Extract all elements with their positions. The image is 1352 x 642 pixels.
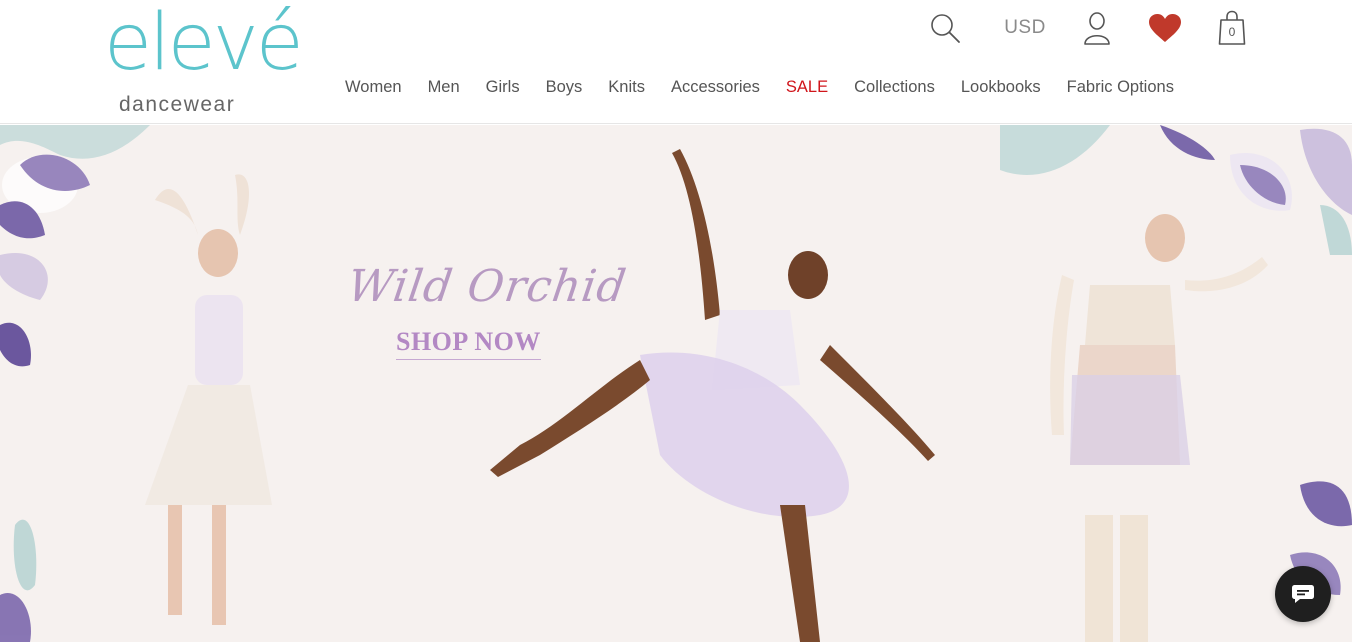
account-button[interactable]: [1078, 8, 1116, 48]
logo-tagline: dancewear: [119, 93, 236, 116]
orchid-illustration-left: [0, 125, 150, 642]
nav-item-lookbooks[interactable]: Lookbooks: [948, 76, 1054, 100]
cart-count-badge: 0: [1228, 25, 1236, 39]
hero-banner[interactable]: Wild Orchid SHOP NOW: [0, 125, 1352, 642]
wishlist-button[interactable]: [1145, 8, 1185, 48]
nav-item-accessories[interactable]: Accessories: [658, 76, 773, 100]
currency-selector[interactable]: USD: [998, 8, 1052, 48]
dancer-left: [145, 174, 272, 625]
logo-wordmark: elevé: [104, 0, 304, 88]
nav-item-boys[interactable]: Boys: [533, 76, 596, 100]
nav-item-collections[interactable]: Collections: [841, 76, 948, 100]
nav-item-girls[interactable]: Girls: [473, 76, 533, 100]
nav-item-knits[interactable]: Knits: [595, 76, 658, 100]
nav-item-women[interactable]: Women: [332, 76, 415, 100]
search-icon: [931, 14, 960, 43]
nav-item-fabric-options[interactable]: Fabric Options: [1054, 76, 1187, 100]
chat-button[interactable]: [1275, 566, 1331, 622]
dancer-right: [1050, 214, 1268, 642]
cart-button[interactable]: 0: [1212, 8, 1252, 48]
user-icon: [1084, 12, 1110, 45]
hero-image: [0, 125, 1352, 642]
main-nav: Women Men Girls Boys Knits Accessories S…: [332, 76, 1187, 100]
brand-logo[interactable]: elevé dancewear: [104, 4, 309, 116]
shop-now-link[interactable]: SHOP NOW: [396, 327, 541, 360]
chat-bubble-icon: [1292, 585, 1314, 603]
site-header: elevé dancewear Women Men Girls Boys Kni…: [0, 0, 1352, 124]
nav-item-men[interactable]: Men: [415, 76, 473, 100]
hero-title: Wild Orchid: [344, 261, 630, 312]
nav-item-sale[interactable]: SALE: [773, 76, 841, 100]
search-button[interactable]: [926, 8, 964, 48]
dancer-center: [490, 149, 935, 642]
heart-icon: [1149, 14, 1181, 42]
